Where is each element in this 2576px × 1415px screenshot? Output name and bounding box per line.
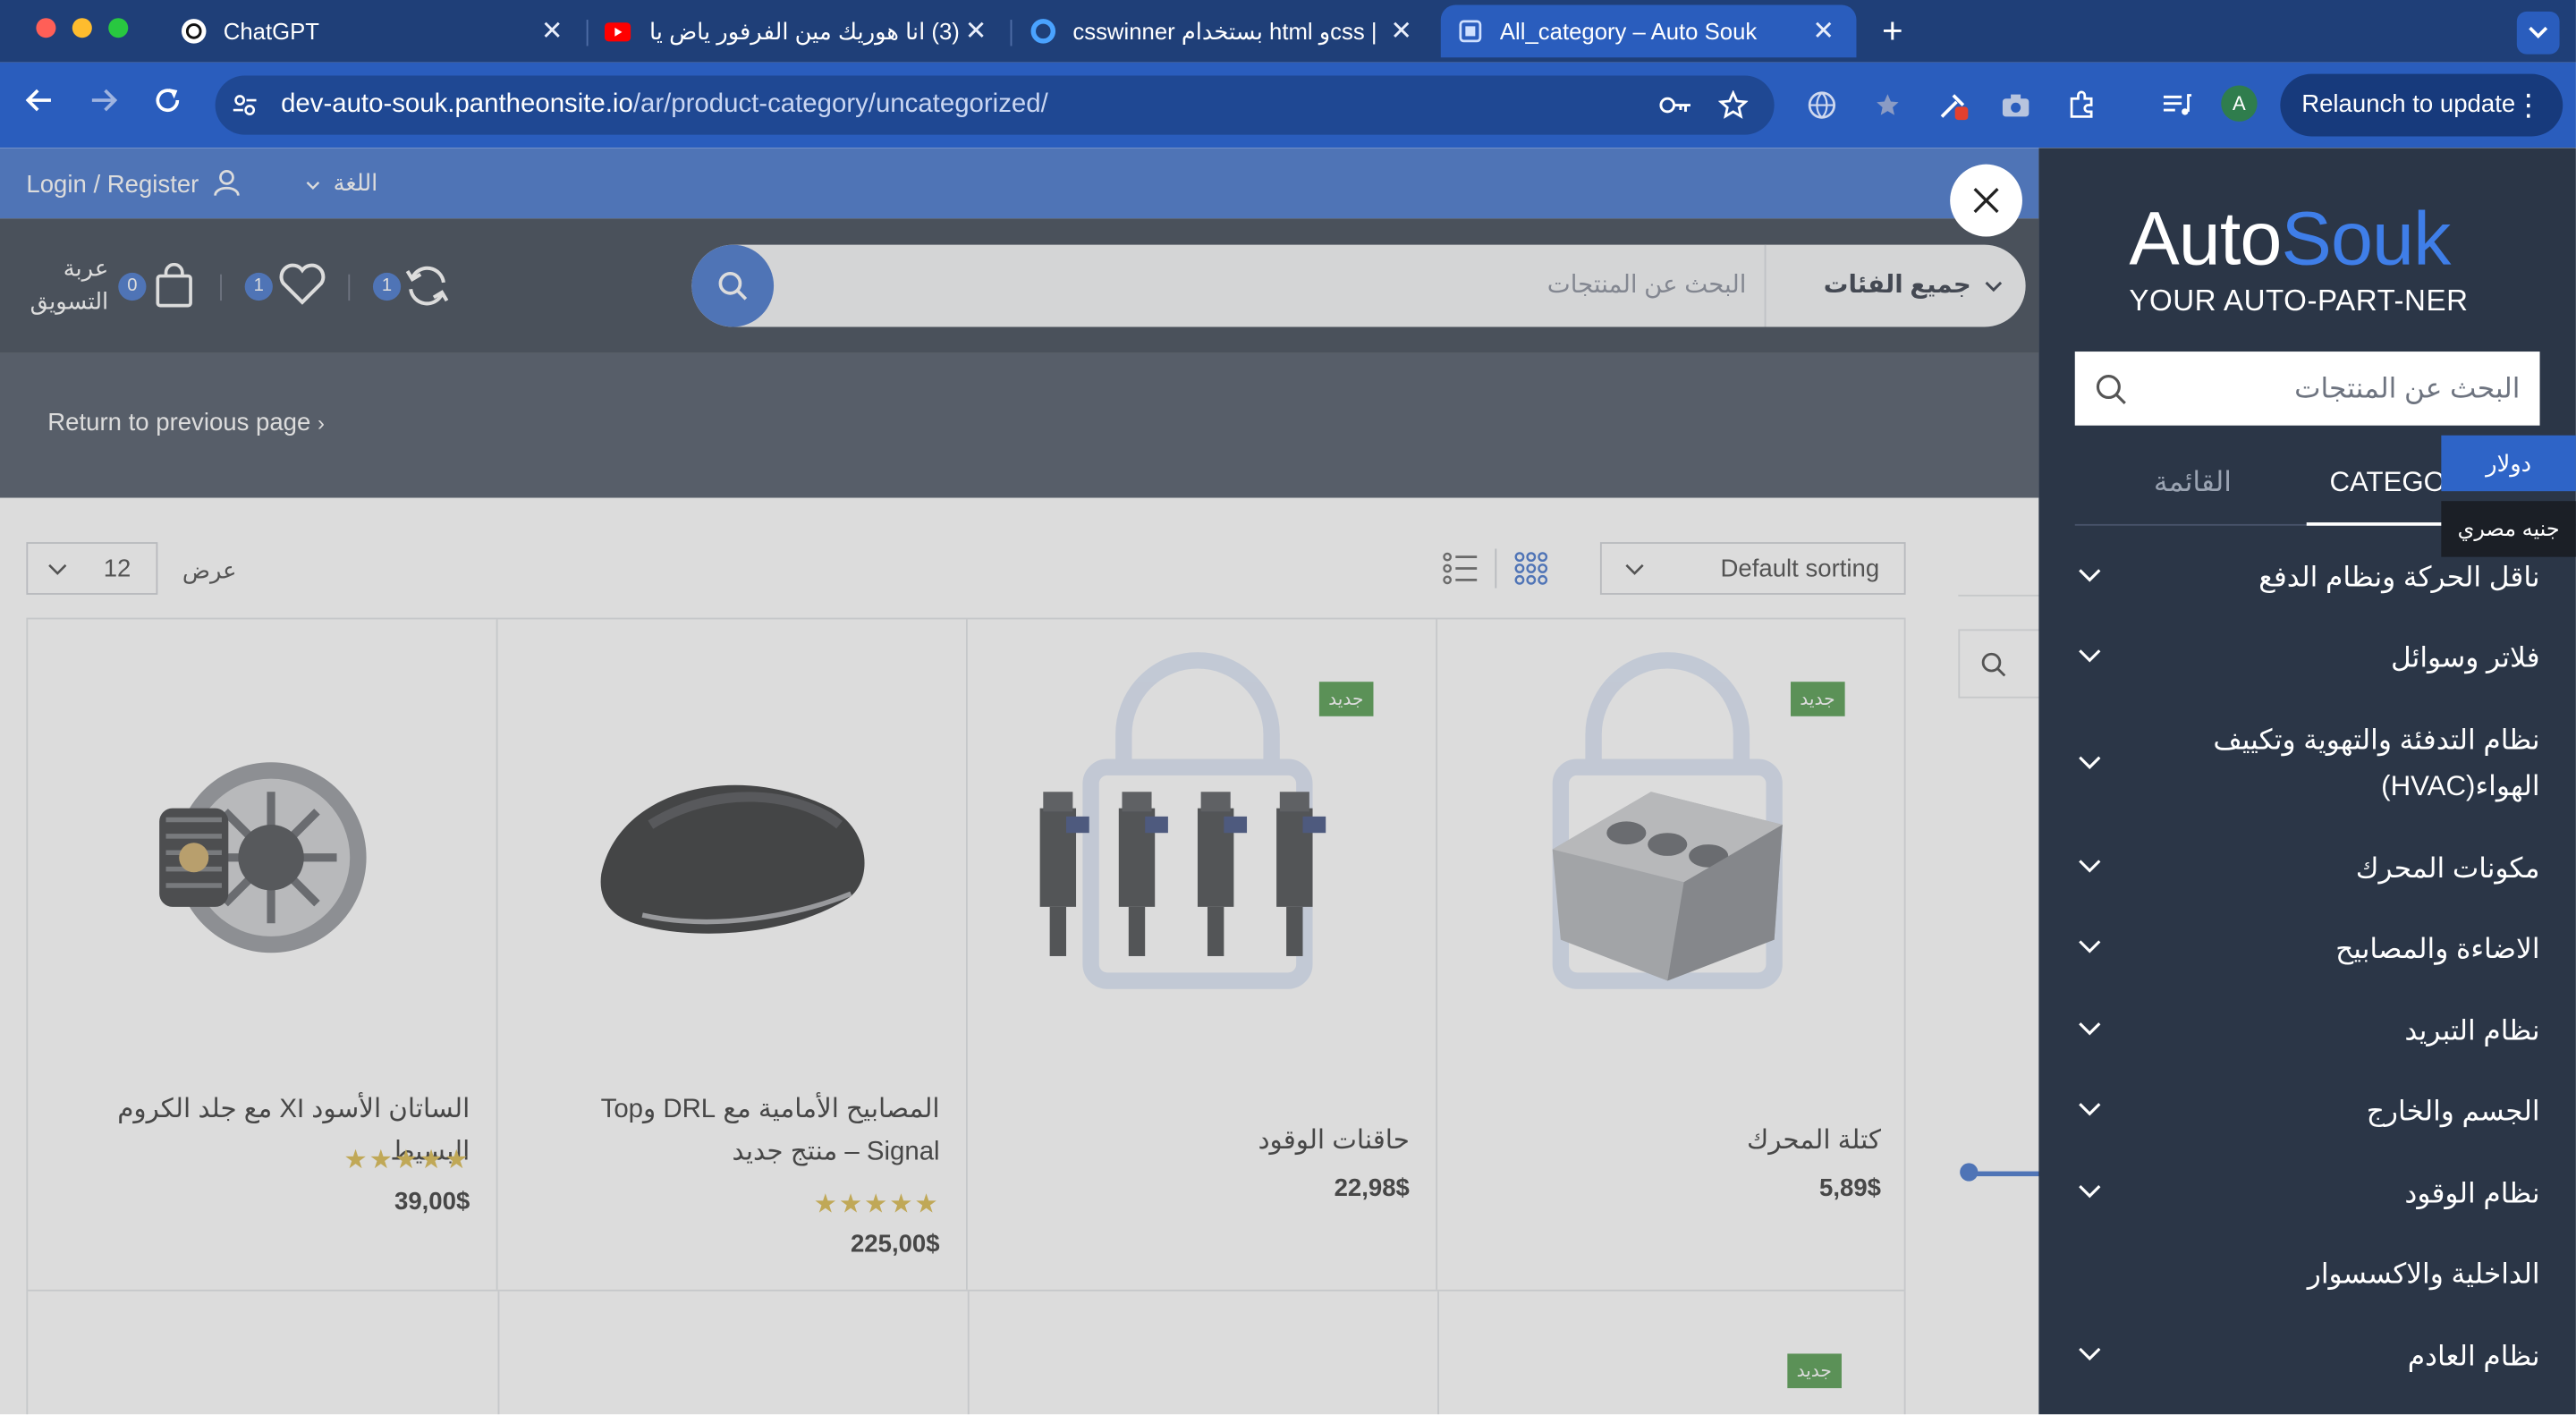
site-icon — [1457, 18, 1483, 44]
browser-tabstrip: ChatGPT ✕ (3) انا هوريك مين الفرفور ياض … — [0, 0, 2576, 63]
category-item[interactable]: الجسم والخارج — [2075, 1089, 2540, 1135]
chevron-down-icon[interactable] — [2078, 1102, 2101, 1117]
maximize-window-button[interactable] — [108, 18, 129, 38]
address-bar[interactable]: dev-auto-souk.pantheonsite.io/ar/product… — [215, 75, 1775, 135]
currency-option-usd[interactable]: دولار — [2441, 435, 2576, 492]
close-panel-button[interactable] — [1950, 164, 2022, 237]
category-label: الاضاءة والمصابيح — [2335, 933, 2540, 965]
tab-categories[interactable]: CATEGORIES — [2329, 467, 2441, 500]
extension-star-icon[interactable] — [1868, 86, 1907, 125]
category-label: نظام العادم — [2407, 1340, 2540, 1372]
autosouk-logo[interactable]: AutoSouk — [2129, 194, 2452, 283]
relaunch-label: Relaunch to update — [2301, 90, 2516, 119]
media-controls-icon[interactable] — [2157, 86, 2197, 125]
bookmark-star-icon[interactable] — [1714, 86, 1753, 125]
youtube-icon — [604, 18, 631, 44]
category-label: الداخلية والاكسسوار — [2307, 1258, 2540, 1290]
close-tab-icon[interactable]: ✕ — [960, 15, 993, 48]
category-item[interactable]: فلاتر وسوائل — [2075, 636, 2540, 682]
mostaql-icon — [1030, 18, 1056, 44]
close-icon — [1973, 188, 1999, 214]
category-label: نظام التبريد — [2404, 1015, 2540, 1046]
category-label: نظام التدفئة والتهوية وتكييف الهواء(HVAC… — [2213, 724, 2540, 802]
close-tab-icon[interactable]: ✕ — [536, 15, 569, 48]
panel-search-placeholder: البحث عن المنتجات — [2294, 372, 2521, 404]
translate-globe-icon[interactable] — [1802, 86, 1842, 125]
tab-search-icon[interactable] — [2516, 11, 2560, 55]
browser-tab-active[interactable]: All_category – Auto Souk ✕ — [1440, 4, 1857, 58]
browser-tab-youtube[interactable]: (3) انا هوريك مين الفرفور ياض يا نا ✕ — [589, 5, 1009, 58]
url-path: /ar/product-category/uncategorized/ — [632, 90, 1048, 119]
chevron-down-icon[interactable] — [2078, 860, 2101, 875]
browser-toolbar: dev-auto-souk.pantheonsite.io/ar/product… — [0, 62, 2576, 148]
site-info-icon[interactable] — [225, 86, 265, 125]
camera-extension-icon[interactable] — [1996, 86, 2036, 125]
new-tab-button[interactable]: + — [1873, 10, 1912, 51]
chevron-down-icon[interactable] — [2078, 568, 2101, 583]
relaunch-to-update-button[interactable]: Relaunch to update ⋮ — [2280, 73, 2563, 137]
logo-auto: Auto — [2129, 195, 2282, 282]
category-item[interactable]: ناقل الحركة ونظام الدفع — [2075, 555, 2540, 601]
category-item[interactable]: نظام الوقود — [2075, 1172, 2540, 1217]
chatgpt-icon — [181, 18, 207, 44]
extensions-puzzle-icon[interactable] — [2062, 86, 2101, 125]
mobile-menu-panel: AutoSouk YOUR AUTO-PART-NER البحث عن الم… — [2038, 148, 2576, 1415]
category-label: فلاتر وسوائل — [2391, 642, 2540, 674]
category-label: ناقل الحركة ونظام الدفع — [2258, 562, 2540, 594]
reload-icon[interactable] — [148, 86, 187, 125]
close-tab-icon[interactable]: ✕ — [1807, 15, 1840, 48]
browser-tab-chatgpt[interactable]: ChatGPT ✕ — [165, 5, 585, 58]
chevron-down-icon[interactable] — [2078, 1184, 2101, 1199]
url-host: dev-auto-souk.pantheonsite.io — [281, 90, 633, 119]
category-label: نظام الوقود — [2404, 1177, 2540, 1209]
page-dim-overlay[interactable] — [0, 148, 2039, 1415]
chevron-down-icon[interactable] — [2078, 648, 2101, 664]
currency-option-egp[interactable]: جنيه مصري — [2441, 501, 2576, 557]
tab-menu[interactable]: القائمة — [2154, 467, 2232, 500]
chevron-down-icon[interactable] — [2078, 756, 2101, 771]
forward-arrow-icon[interactable] — [84, 86, 123, 125]
logo-souk: Souk — [2281, 195, 2452, 282]
minimize-window-button[interactable] — [72, 18, 92, 38]
back-arrow-icon[interactable] — [20, 86, 59, 125]
panel-search-field[interactable]: البحث عن المنتجات — [2074, 352, 2540, 426]
url-text: dev-auto-souk.pantheonsite.io/ar/product… — [281, 90, 1048, 120]
more-menu-icon[interactable]: ⋮ — [2513, 74, 2543, 137]
eyedropper-extension-icon[interactable] — [1934, 86, 1973, 125]
category-item[interactable]: نظام التبريد — [2075, 1009, 2540, 1055]
browser-tab-mostaql[interactable]: csswinner بستخدام html وcss | ✕ — [1013, 5, 1434, 58]
logo-tagline: YOUR AUTO-PART-NER — [2129, 284, 2469, 318]
close-window-button[interactable] — [36, 18, 56, 38]
password-key-icon[interactable] — [1656, 86, 1695, 125]
category-item[interactable]: مكونات المحرك — [2075, 846, 2540, 892]
category-item[interactable]: نظام العادم — [2075, 1334, 2540, 1379]
close-tab-icon[interactable]: ✕ — [1385, 15, 1418, 48]
category-item[interactable]: الاضاءة والمصابيح — [2075, 927, 2540, 972]
chevron-down-icon[interactable] — [2078, 1347, 2101, 1362]
profile-avatar[interactable]: A — [2221, 85, 2258, 122]
category-label: مكونات المحرك — [2355, 852, 2540, 885]
category-label: الجسم والخارج — [2366, 1096, 2540, 1127]
chevron-down-icon[interactable] — [2078, 1021, 2101, 1037]
web-page: Login / Register اللغة عربة التسويق 0 1 — [0, 148, 2576, 1415]
tab-divider — [1010, 20, 1013, 47]
chevron-down-icon[interactable] — [2078, 940, 2101, 955]
category-item[interactable]: الداخلية والاكسسوار — [2075, 1252, 2540, 1298]
search-icon — [2096, 375, 2126, 405]
category-item[interactable]: نظام التدفئة والتهوية وتكييف الهواء(HVAC… — [2075, 718, 2540, 810]
